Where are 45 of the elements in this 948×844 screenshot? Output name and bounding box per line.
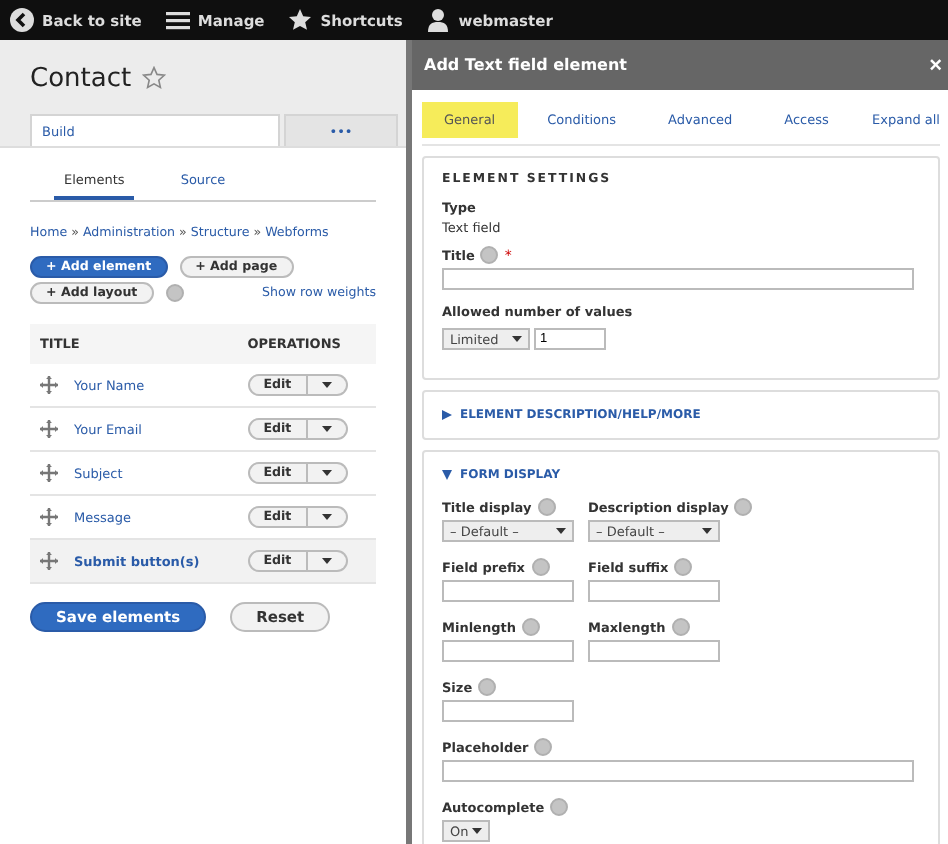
more-actions-button[interactable] xyxy=(307,550,348,572)
help-icon xyxy=(531,558,549,576)
caret-icon xyxy=(321,382,332,388)
drag-handle-icon xyxy=(40,508,58,526)
caret-icon xyxy=(702,528,712,534)
star-icon xyxy=(288,8,313,32)
text-input[interactable] xyxy=(588,580,720,602)
help-icon xyxy=(671,618,690,636)
help-icon xyxy=(480,246,499,264)
caret-icon xyxy=(321,470,332,476)
caret-icon xyxy=(472,828,482,834)
triangle-right-icon xyxy=(442,410,452,420)
user-icon xyxy=(426,8,451,32)
help-icon xyxy=(674,558,693,576)
title-input[interactable] xyxy=(442,268,914,290)
help-icon xyxy=(478,678,497,696)
drag-handle-icon xyxy=(40,420,58,438)
help-icon xyxy=(534,738,553,756)
caret-icon xyxy=(512,336,522,342)
drag-handle-icon xyxy=(40,552,58,570)
help-icon xyxy=(521,618,540,636)
help-icon xyxy=(734,498,753,516)
more-actions-button[interactable] xyxy=(307,418,348,440)
more-actions-button[interactable] xyxy=(307,506,348,528)
menu-icon xyxy=(165,8,190,32)
help-icon xyxy=(165,284,184,302)
dialog-title: Add Text field element xyxy=(424,56,628,74)
more-actions-button[interactable] xyxy=(307,462,348,484)
text-input[interactable] xyxy=(442,640,574,662)
text-input[interactable] xyxy=(442,580,574,602)
drag-handle-icon xyxy=(40,376,58,394)
caret-icon xyxy=(321,558,332,564)
help-icon xyxy=(537,498,556,516)
page-title: Contact xyxy=(30,63,132,93)
text-input[interactable] xyxy=(442,760,914,782)
close-button[interactable]: × xyxy=(929,53,942,77)
help-icon xyxy=(550,798,569,816)
drag-handle-icon xyxy=(40,464,58,482)
triangle-down-icon xyxy=(442,470,452,480)
caret-icon xyxy=(321,514,332,520)
caret-icon xyxy=(556,528,566,534)
more-actions-button[interactable] xyxy=(307,374,348,396)
text-input[interactable] xyxy=(442,700,574,722)
text-input[interactable] xyxy=(588,640,720,662)
caret-icon xyxy=(321,426,332,432)
